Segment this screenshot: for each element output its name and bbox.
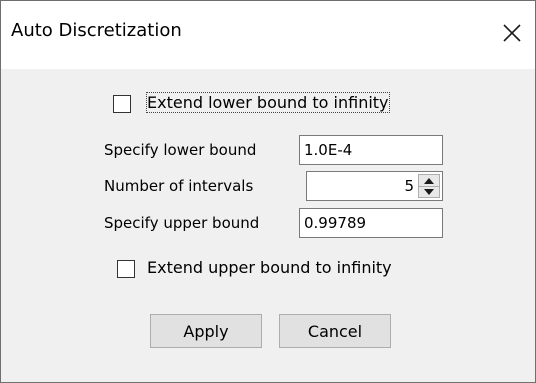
extend-upper-checkbox[interactable] (117, 260, 135, 278)
spin-down-button[interactable] (419, 186, 439, 197)
upper-bound-label: Specify upper bound (104, 214, 260, 232)
close-button[interactable] (497, 15, 527, 51)
auto-discretization-dialog: Auto Discretization Extend lower bound t… (0, 0, 536, 383)
lower-bound-label: Specify lower bound (104, 141, 257, 159)
triangle-down-icon (424, 188, 434, 195)
intervals-label: Number of intervals (104, 177, 254, 195)
title-bar: Auto Discretization (1, 1, 535, 69)
extend-lower-checkbox[interactable] (113, 95, 131, 113)
intervals-value[interactable]: 5 (404, 177, 414, 195)
lower-bound-input[interactable] (299, 135, 443, 165)
extend-upper-label[interactable]: Extend upper bound to infinity (147, 258, 392, 277)
apply-button[interactable]: Apply (150, 314, 262, 348)
intervals-spinner[interactable]: 5 (306, 171, 443, 201)
dialog-title: Auto Discretization (11, 20, 182, 41)
extend-lower-label[interactable]: Extend lower bound to infinity (146, 92, 390, 113)
upper-bound-input[interactable] (299, 208, 443, 238)
cancel-button[interactable]: Cancel (279, 314, 391, 348)
spin-buttons (418, 174, 440, 198)
triangle-up-icon (424, 177, 434, 184)
close-icon (503, 24, 521, 42)
